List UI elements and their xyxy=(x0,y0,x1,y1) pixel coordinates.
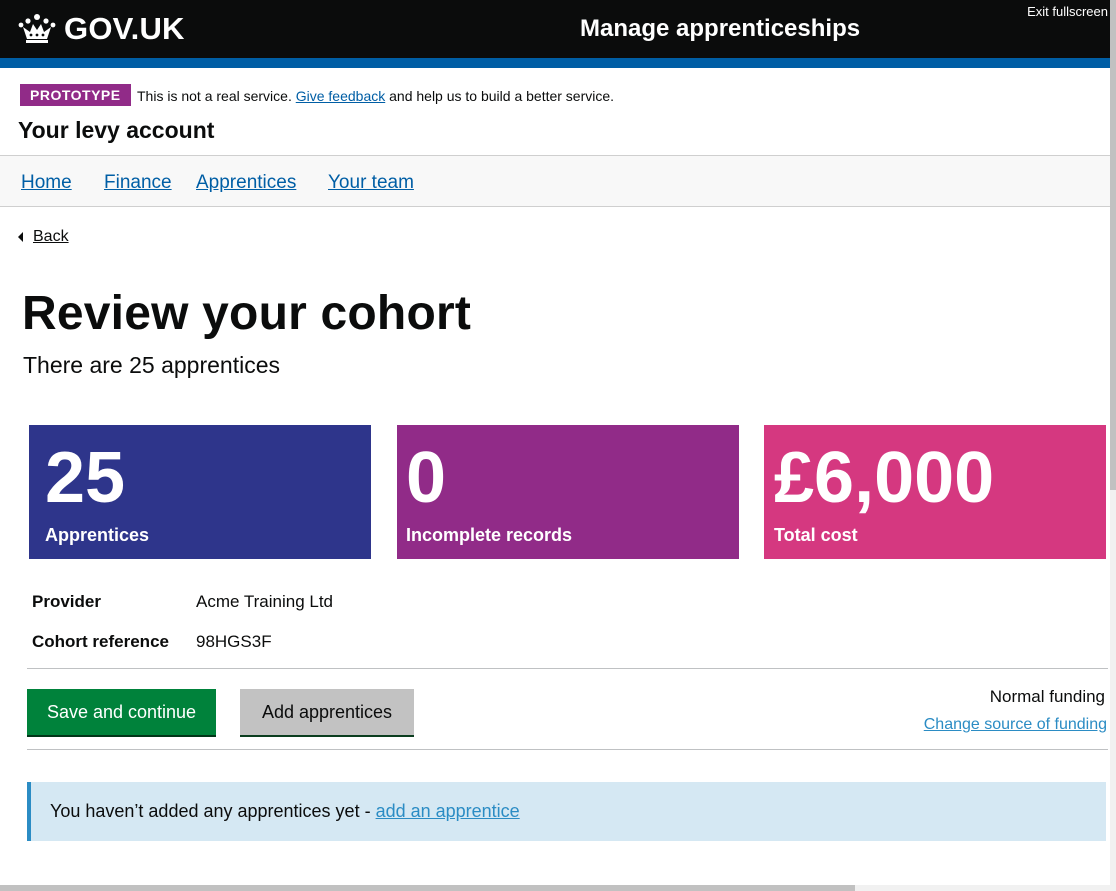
crown-icon xyxy=(18,14,56,43)
page-lede: There are 25 apprentices xyxy=(23,352,280,378)
govuk-logo-link[interactable]: GOV.UK xyxy=(17,11,185,47)
add-apprentice-link[interactable]: add an apprentice xyxy=(376,801,520,821)
summary-key-provider: Provider xyxy=(32,592,101,611)
govuk-header: GOV.UK Manage apprenticeships Exit fulls… xyxy=(0,0,1116,58)
horizontal-scrollbar[interactable] xyxy=(0,885,1110,891)
notice-text: You haven’t added any apprentices yet - … xyxy=(50,801,520,822)
summary-value-provider: Acme Training Ltd xyxy=(196,592,334,611)
back-label: Back xyxy=(33,228,69,245)
stat-label: Total cost xyxy=(774,525,858,545)
nav-item-your-team[interactable]: Your team xyxy=(328,172,414,194)
change-funding-link[interactable]: Change source of funding xyxy=(924,716,1107,734)
stat-total-cost: £6,000 Total cost xyxy=(764,425,1106,559)
empty-notice: You haven’t added any apprentices yet - … xyxy=(27,782,1106,841)
stat-apprentices: 25 Apprentices xyxy=(29,425,371,559)
logo-text: GOV.UK xyxy=(64,11,185,46)
phase-text-after: and help us to build a better service. xyxy=(385,88,615,104)
stat-label: Apprentices xyxy=(45,525,150,545)
service-name[interactable]: Manage apprenticeships xyxy=(580,15,860,43)
divider xyxy=(27,749,1108,750)
save-and-continue-button[interactable]: Save and continue xyxy=(27,689,216,735)
stat-value: £6,000 xyxy=(774,438,995,518)
exit-fullscreen-button[interactable]: Exit fullscreen xyxy=(1027,4,1108,19)
vertical-scrollbar-thumb[interactable] xyxy=(1110,0,1116,490)
nav-item-finance[interactable]: Finance xyxy=(104,172,172,194)
stat-value: 25 xyxy=(45,438,126,518)
nav-item-apprentices[interactable]: Apprentices xyxy=(196,172,296,194)
stat-label: Incomplete records xyxy=(406,525,573,545)
horizontal-scrollbar-thumb[interactable] xyxy=(0,885,855,891)
phase-banner-text: This is not a real service. Give feedbac… xyxy=(137,88,614,104)
account-title: Your levy account xyxy=(18,117,215,143)
account-nav: Home Finance Apprentices Your team xyxy=(0,155,1110,207)
notice-message: You haven’t added any apprentices yet - xyxy=(50,801,376,821)
add-apprentices-button[interactable]: Add apprentices xyxy=(240,689,414,735)
nav-item-home[interactable]: Home xyxy=(21,172,72,194)
vertical-scrollbar[interactable] xyxy=(1110,0,1116,891)
funding-status: Normal funding xyxy=(989,687,1105,706)
brand-stripe xyxy=(0,58,1110,68)
stat-incomplete-records: 0 Incomplete records xyxy=(397,425,739,559)
summary-value-cohort-reference: 98HGS3F xyxy=(196,632,272,651)
page-title: Review your cohort xyxy=(22,287,472,340)
phase-tag: PROTOTYPE xyxy=(20,84,131,106)
back-arrow-icon xyxy=(18,232,23,242)
back-link[interactable]: Back xyxy=(18,228,69,246)
divider xyxy=(27,668,1108,669)
give-feedback-link[interactable]: Give feedback xyxy=(296,88,386,104)
phase-text-before: This is not a real service. xyxy=(137,88,296,104)
summary-key-cohort-reference: Cohort reference xyxy=(32,632,169,651)
stat-value: 0 xyxy=(406,438,447,518)
